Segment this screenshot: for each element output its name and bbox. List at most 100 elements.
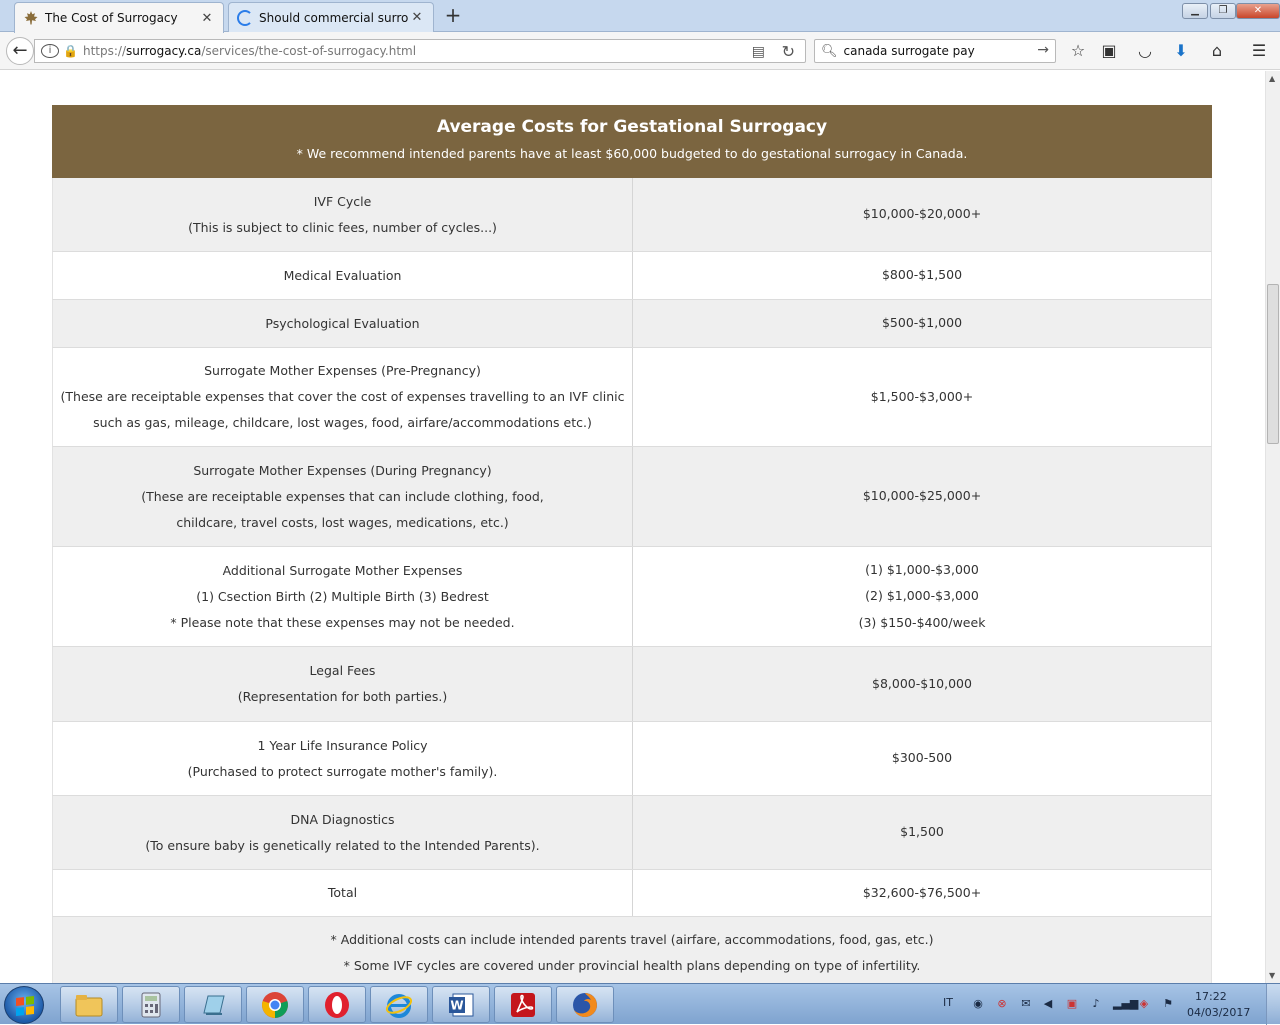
cost-item-line: (To ensure baby is genetically related t… (145, 837, 540, 853)
table-footnotes: * Additional costs can include intended … (52, 917, 1212, 983)
table-budget-note: * We recommend intended parents have at … (296, 146, 968, 161)
cost-item-line: such as gas, mileage, childcare, lost wa… (93, 415, 592, 430)
table-row: DNA Diagnostics (To ensure baby is genet… (52, 796, 1212, 870)
vertical-scrollbar[interactable]: ▲ ▼ (1265, 71, 1280, 983)
search-input[interactable] (843, 44, 1034, 58)
cost-value: $32,600-$76,500+ (862, 884, 982, 900)
opera-icon (323, 991, 351, 1019)
home-icon[interactable]: ⌂ (1207, 41, 1227, 61)
restore-button[interactable]: ❐ (1210, 3, 1236, 19)
scroll-down-arrow-icon[interactable]: ▼ (1269, 971, 1275, 980)
minimize-button[interactable]: ▁ (1182, 3, 1208, 19)
input-language[interactable]: IT (943, 996, 953, 1009)
tab-title: The Cost of Surrogacy (45, 11, 178, 25)
bookmark-star-icon[interactable]: ☆ (1068, 41, 1088, 61)
taskbar-notepad[interactable] (184, 986, 242, 1023)
reload-icon[interactable]: ↻ (782, 42, 795, 61)
windows-taskbar: W IT ◉ ⊗ ✉ ◀ ▣ ♪ ▂▄▆ ◈ ⚑ 17:22 04/03/201… (0, 983, 1280, 1025)
app-tray-icon[interactable]: ◉ (971, 997, 985, 1011)
url-prefix: https:// (83, 44, 127, 58)
show-desktop-button[interactable] (1266, 984, 1280, 1025)
menu-icon[interactable]: ☰ (1249, 41, 1269, 61)
url-text[interactable]: https://surrogacy.ca/services/the-cost-o… (83, 44, 416, 58)
tab-strip: The Cost of Surrogacy ✕ Should commercia… (0, 0, 1280, 33)
cost-value-cell: $800-$1,500 (633, 252, 1211, 299)
cost-item-line: Surrogate Mother Expenses (Pre-Pregnancy… (204, 363, 481, 378)
windows-logo-icon (16, 996, 34, 1016)
footnote: * Some IVF cycles are covered under prov… (343, 958, 921, 973)
cost-item-line: Surrogate Mother Expenses (During Pregna… (193, 462, 492, 478)
cost-value: (2) $1,000-$3,000 (865, 588, 979, 604)
cost-item-line: (These are receiptable expenses that can… (141, 488, 544, 504)
clock-time[interactable]: 17:22 (1195, 990, 1227, 1003)
taskbar-opera[interactable] (308, 986, 366, 1023)
footnote: * Additional costs can include intended … (330, 932, 934, 947)
back-button[interactable]: ← (6, 37, 34, 65)
pocket-icon[interactable]: ◡ (1135, 41, 1155, 61)
cost-value-cell: $8,000-$10,000 (633, 647, 1211, 721)
taskbar-internet-explorer[interactable] (370, 986, 428, 1023)
tab-should-commercial-surrogacy[interactable]: Should commercial surrog... ✕ (228, 2, 434, 32)
cost-value: $300-500 (891, 750, 953, 766)
cost-value: $500-$1,000 (881, 315, 963, 331)
close-tab-icon[interactable]: ✕ (199, 11, 215, 26)
acrobat-icon (509, 991, 537, 1019)
cost-item-cell: DNA Diagnostics (To ensure baby is genet… (53, 796, 633, 869)
start-button[interactable] (4, 986, 44, 1024)
table-row: IVF Cycle (This is subject to clinic fee… (52, 178, 1212, 252)
cost-value: (3) $150-$400/week (858, 614, 986, 630)
cost-value-cell: $10,000-$25,000+ (633, 447, 1211, 546)
cost-item-line: (Representation for both parties.) (237, 689, 448, 704)
taskbar-firefox[interactable] (556, 986, 614, 1023)
cost-value: $1,500 (900, 824, 944, 840)
antivirus-icon[interactable]: ◈ (1137, 997, 1151, 1011)
window-close-button[interactable]: ✕ (1236, 3, 1280, 19)
cost-value-cell: (1) $1,000-$3,000 (2) $1,000-$3,000 (3) … (633, 547, 1211, 646)
cost-item-line: DNA Diagnostics (290, 811, 395, 827)
loading-spinner-icon (237, 9, 253, 26)
bookmarks-list-icon[interactable]: ▣ (1099, 41, 1119, 61)
cost-item-line: 1 Year Life Insurance Policy (257, 737, 428, 753)
cost-item-cell: Medical Evaluation (53, 252, 633, 299)
url-bar[interactable]: i 🔒 https://surrogacy.ca/services/the-co… (34, 39, 806, 63)
search-go-icon[interactable]: → (1037, 42, 1049, 58)
cost-item-line: Legal Fees (309, 663, 376, 678)
downloads-icon[interactable]: ⬇ (1171, 41, 1191, 61)
taskbar-word[interactable]: W (432, 986, 490, 1023)
notepad-icon (199, 991, 227, 1019)
search-bar[interactable]: 🔍︎ → (814, 39, 1056, 63)
clock-date[interactable]: 04/03/2017 (1187, 1006, 1250, 1019)
lock-icon[interactable]: 🔒 (63, 44, 78, 58)
new-tab-button[interactable]: + (440, 4, 466, 28)
taskbar-calculator[interactable] (122, 986, 180, 1023)
security-icon[interactable]: ▣ (1065, 997, 1079, 1011)
table-row: 1 Year Life Insurance Policy (Purchased … (52, 722, 1212, 796)
reader-view-icon[interactable]: ▤ (752, 44, 765, 60)
action-center-flag-icon[interactable]: ⚑ (1161, 997, 1175, 1011)
cost-value-cell: $1,500-$3,000+ (633, 348, 1211, 446)
cost-value: $800-$1,500 (881, 267, 963, 283)
scroll-up-arrow-icon[interactable]: ▲ (1269, 74, 1275, 83)
cost-item-line: Additional Surrogate Mother Expenses (222, 562, 463, 578)
taskbar-acrobat[interactable] (494, 986, 552, 1023)
cost-item-line: Psychological Evaluation (265, 315, 420, 331)
scrollbar-thumb[interactable] (1267, 284, 1279, 444)
network-signal-icon[interactable]: ▂▄▆ (1113, 997, 1138, 1011)
cost-item-line: Medical Evaluation (283, 267, 402, 283)
speaker-icon[interactable]: ◀ (1041, 997, 1055, 1011)
cost-item-line: * Please note that these expenses may no… (170, 614, 515, 630)
taskbar-file-explorer[interactable] (60, 986, 118, 1023)
cost-item-line: childcare, travel costs, lost wages, med… (176, 514, 509, 530)
internet-explorer-icon (385, 991, 413, 1019)
info-icon[interactable]: i (41, 44, 59, 58)
taskbar-chrome[interactable] (246, 986, 304, 1023)
svg-text:W: W (450, 998, 463, 1012)
lifebuoy-icon[interactable]: ⊗ (995, 997, 1009, 1011)
mail-icon[interactable]: ✉ (1019, 997, 1033, 1011)
cost-value: $10,000-$25,000+ (862, 488, 982, 504)
volume-icon[interactable]: ♪ (1089, 997, 1103, 1011)
tab-the-cost-of-surrogacy[interactable]: The Cost of Surrogacy ✕ (14, 2, 224, 33)
close-tab-icon[interactable]: ✕ (409, 10, 425, 25)
cost-value: $8,000-$10,000 (872, 675, 972, 691)
cost-value: (1) $1,000-$3,000 (865, 561, 979, 577)
